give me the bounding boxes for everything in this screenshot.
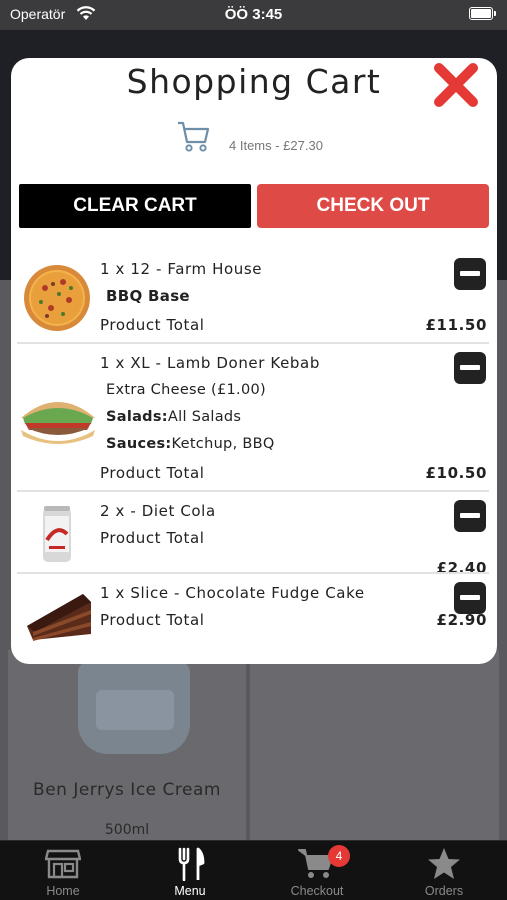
item-total-label: Product Total — [100, 316, 205, 334]
cart-summary-text: 4 Items - £27.30 — [229, 138, 323, 153]
item-extra: Extra Cheese (£1.00) — [106, 382, 266, 398]
checkout-button[interactable]: CHECK OUT — [257, 184, 489, 228]
chocolate-cake-image — [23, 588, 93, 648]
cart-item: 1 x XL - Lamb Doner Kebab Extra Cheese (… — [11, 348, 497, 492]
fork-knife-icon — [175, 847, 205, 885]
item-name: 1 x Slice - Chocolate Fudge Cake — [100, 584, 365, 602]
sauces-label: Sauces: — [106, 436, 172, 452]
battery-icon — [469, 7, 496, 20]
item-salads: Salads:All Salads — [106, 409, 241, 425]
item-divider — [17, 342, 489, 344]
item-name: 2 x - Diet Cola — [100, 502, 216, 520]
pizza-image — [23, 264, 91, 336]
ice-cream-label-graphic — [96, 690, 174, 730]
checkout-badge: 4 — [328, 845, 350, 867]
tab-menu[interactable]: Menu — [127, 841, 253, 900]
item-divider — [17, 490, 489, 492]
item-name: 1 x 12 - Farm House — [100, 260, 263, 278]
status-time: ÖÖ 3:45 — [224, 6, 283, 23]
cart-item: 1 x Slice - Chocolate Fudge Cake Product… — [11, 578, 497, 664]
remove-item-button[interactable] — [454, 500, 486, 532]
item-total-label: Product Total — [100, 529, 205, 547]
item-total-label: Product Total — [100, 611, 205, 629]
remove-item-button[interactable] — [454, 258, 486, 290]
item-sauces: Sauces:Ketchup, BBQ — [106, 436, 275, 452]
item-base: BBQ Base — [106, 287, 190, 305]
close-icon — [434, 63, 478, 107]
tab-menu-label: Menu — [174, 884, 206, 898]
salads-value: All Salads — [167, 409, 242, 425]
tab-home-label: Home — [46, 884, 80, 898]
cart-item: 2 x - Diet Cola Product Total £2.40 — [11, 496, 497, 577]
item-price: £11.50 — [425, 316, 487, 334]
status-bar: Operatör ÖÖ 3:45 — [0, 0, 507, 30]
tab-orders-label: Orders — [424, 884, 464, 898]
tab-checkout[interactable]: 4 Checkout — [254, 841, 380, 900]
menu-item-name: Ben Jerrys Ice Cream — [33, 780, 221, 800]
tab-home[interactable]: Home — [0, 841, 126, 900]
kebab-image — [17, 390, 99, 450]
salads-label: Salads: — [106, 409, 168, 425]
item-divider — [17, 572, 489, 574]
store-icon — [44, 847, 82, 883]
tab-checkout-label: Checkout — [290, 884, 344, 898]
diet-cola-can-image — [41, 504, 73, 568]
shopping-cart-modal: Shopping Cart 4 Items - £27.30 CLEAR CAR… — [11, 58, 497, 664]
remove-item-button[interactable] — [454, 582, 486, 614]
clear-cart-button[interactable]: CLEAR CART — [19, 184, 251, 228]
tab-orders[interactable]: Orders — [381, 841, 507, 900]
item-total-label: Product Total — [100, 464, 205, 482]
tab-bar: Home Menu 4 Checkout Orders — [0, 840, 507, 900]
menu-item-card[interactable] — [250, 650, 499, 840]
star-icon — [427, 847, 461, 885]
close-button[interactable] — [433, 62, 479, 108]
cart-icon — [176, 118, 212, 158]
item-price: £10.50 — [425, 464, 487, 482]
item-name: 1 x XL - Lamb Doner Kebab — [100, 354, 320, 372]
menu-item-size: 500ml — [104, 822, 150, 838]
cart-item: 1 x 12 - Farm House BBQ Base Product Tot… — [11, 254, 497, 346]
sauces-value: Ketchup, BBQ — [171, 436, 275, 452]
cart-title: Shopping Cart — [126, 62, 382, 101]
cart-summary: 4 Items - £27.30 — [11, 118, 497, 154]
remove-item-button[interactable] — [454, 352, 486, 384]
item-price: £2.40 — [436, 559, 487, 577]
